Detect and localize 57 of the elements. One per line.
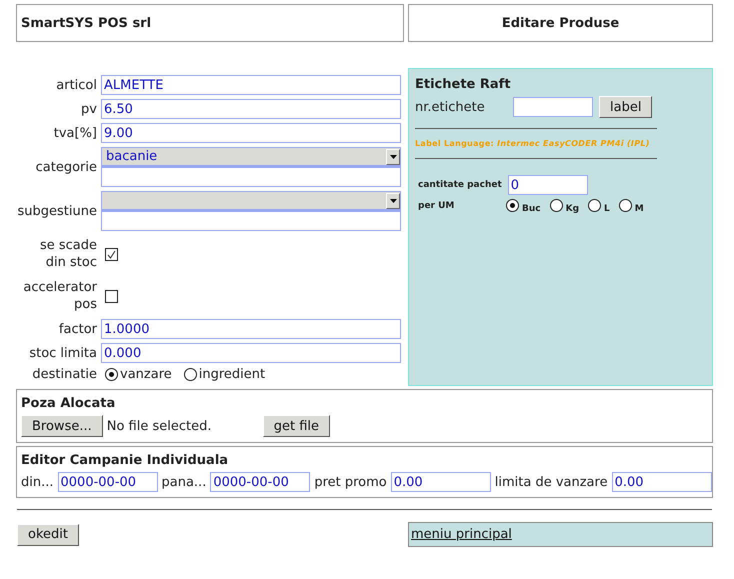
field-label: se scade din stoc (38, 237, 98, 271)
radio-label: vanzare (120, 367, 172, 382)
main-menu-link[interactable]: meniu principal (411, 527, 512, 542)
field-label: pret promo (314, 474, 387, 490)
radio-button[interactable] (105, 368, 118, 381)
panel-title: Etichete Raft (415, 77, 512, 92)
field-label: nr.etichete (415, 100, 486, 114)
radio-button[interactable] (184, 368, 197, 381)
field-label: limita de vanzare (494, 474, 608, 490)
file-status: No file selected. (106, 418, 212, 434)
radio-label: Buc (522, 204, 541, 214)
field-label: per UM (418, 200, 456, 210)
field-label: din... (21, 474, 54, 490)
field-label: factor (58, 322, 98, 336)
input-field[interactable]: 0000-00-00 (58, 472, 158, 492)
field-label: categorie (34, 160, 98, 174)
company-title: SmartSYS POS srl (16, 4, 404, 42)
dropdown[interactable]: bacanie (101, 147, 401, 167)
field-label: articol (55, 78, 98, 92)
page-title: Editare Produse (408, 4, 713, 42)
field-label: pv (80, 102, 98, 116)
field-label: accelerator pos (22, 279, 98, 313)
input-field[interactable]: ALMETTE (101, 75, 401, 95)
radio-button[interactable] (550, 199, 563, 212)
radio-label: M (634, 204, 644, 214)
radio-label: L (604, 204, 610, 214)
browse-button[interactable]: Browse... (21, 415, 103, 437)
input-field[interactable]: 6.50 (101, 99, 401, 119)
section-title: Editor Campanie Individuala (21, 453, 230, 468)
get-file-button[interactable]: get file (262, 415, 330, 437)
field-label: cantitate pachet (418, 180, 502, 190)
input-field[interactable]: 0000-00-00 (210, 472, 310, 492)
input-field[interactable] (513, 97, 593, 117)
input-field[interactable] (101, 211, 401, 231)
field-label: stoc limita (28, 346, 98, 360)
input-field[interactable]: 0.00 (612, 472, 712, 492)
input-field[interactable] (101, 167, 401, 187)
input-field[interactable]: 0 (508, 175, 588, 195)
radio-label: ingredient (198, 367, 266, 382)
section-title: Poza Alocata (21, 396, 116, 411)
checkbox[interactable] (105, 248, 118, 260)
field-label: destinatie (31, 367, 98, 382)
radio-label: Kg (566, 204, 580, 214)
radio-button[interactable] (588, 199, 602, 212)
radio-button[interactable] (506, 199, 519, 212)
input-field[interactable]: 1.0000 (101, 319, 401, 339)
okedit-button[interactable]: okedit (17, 524, 79, 546)
language-info: Label Language: Intermec EasyCODER PM4i (IPL) (415, 139, 651, 148)
field-label: pana... (162, 474, 206, 490)
label-button[interactable]: label (599, 96, 652, 118)
checkbox[interactable] (105, 290, 118, 302)
field-label: subgestiune (16, 204, 98, 218)
input-field[interactable]: 0.000 (101, 343, 401, 363)
input-field[interactable]: 9.00 (101, 123, 401, 143)
radio-button[interactable] (618, 199, 632, 212)
field-label: tva[%] (52, 126, 98, 140)
input-field[interactable]: 0.00 (390, 472, 491, 492)
